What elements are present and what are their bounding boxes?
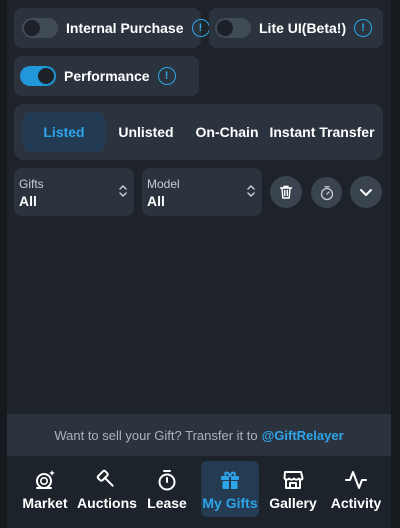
market-icon bbox=[33, 466, 57, 494]
expand-button[interactable] bbox=[350, 176, 382, 208]
nav-market[interactable]: Market bbox=[15, 461, 75, 517]
timer-button[interactable] bbox=[311, 177, 342, 208]
nav-gallery-label: Gallery bbox=[269, 495, 317, 511]
internal-purchase-label: Internal Purchase bbox=[66, 20, 184, 36]
stopwatch-icon bbox=[320, 185, 333, 200]
nav-market-label: Market bbox=[22, 495, 68, 511]
delete-button[interactable] bbox=[270, 176, 302, 208]
performance-label: Performance bbox=[64, 68, 150, 84]
nav-my-gifts-label: My Gifts bbox=[202, 495, 258, 511]
up-down-caret-icon bbox=[118, 183, 128, 204]
activity-icon bbox=[344, 466, 368, 494]
nav-activity-label: Activity bbox=[330, 495, 382, 511]
gift-icon bbox=[218, 466, 242, 494]
internal-purchase-setting: Internal Purchase ! bbox=[14, 8, 210, 48]
tab-listed[interactable]: Listed bbox=[23, 112, 105, 152]
gifts-select[interactable]: Gifts All bbox=[14, 168, 134, 216]
gifts-select-label: Gifts bbox=[19, 177, 44, 191]
nav-lease[interactable]: Lease bbox=[141, 461, 193, 517]
nav-gallery[interactable]: Gallery bbox=[263, 461, 323, 517]
up-down-caret-icon bbox=[246, 183, 256, 204]
performance-toggle[interactable] bbox=[20, 66, 56, 86]
right-edge bbox=[391, 0, 400, 528]
sell-gift-text: Want to sell your Gift? Transfer it to bbox=[54, 427, 258, 443]
toggle-knob bbox=[24, 20, 40, 36]
performance-setting: Performance ! bbox=[14, 56, 199, 96]
info-icon[interactable]: ! bbox=[191, 19, 210, 37]
left-edge bbox=[0, 0, 7, 528]
nav-my-gifts[interactable]: My Gifts bbox=[201, 461, 259, 517]
trash-icon bbox=[279, 185, 293, 199]
nav-lease-label: Lease bbox=[147, 495, 187, 511]
model-select-label: Model bbox=[147, 177, 180, 191]
nav-auctions[interactable]: Auctions bbox=[77, 461, 137, 517]
nav-activity[interactable]: Activity bbox=[325, 461, 387, 517]
listing-tabs: Listed Unlisted On-Chain Instant Transfe… bbox=[14, 104, 383, 160]
store-icon bbox=[281, 466, 305, 494]
chevron-down-icon bbox=[360, 189, 372, 196]
info-icon[interactable]: ! bbox=[157, 67, 176, 85]
lite-ui-toggle[interactable] bbox=[215, 18, 251, 38]
lite-ui-setting: Lite UI(Beta!) ! bbox=[209, 8, 383, 48]
bottom-navigation: Market Auctions Lease My Gifts Gallery A… bbox=[7, 456, 391, 528]
lite-ui-label: Lite UI(Beta!) bbox=[259, 20, 347, 36]
toggle-knob bbox=[217, 20, 233, 36]
stopwatch-icon bbox=[155, 466, 179, 494]
toggle-knob bbox=[38, 68, 54, 84]
internal-purchase-toggle[interactable] bbox=[22, 18, 58, 38]
info-icon[interactable]: ! bbox=[354, 19, 373, 37]
gift-relayer-link[interactable]: @GiftRelayer bbox=[262, 428, 344, 443]
gavel-icon bbox=[95, 466, 119, 494]
model-select[interactable]: Model All bbox=[142, 168, 262, 216]
sell-gift-banner: Want to sell your Gift? Transfer it to @… bbox=[7, 414, 391, 456]
tab-on-chain[interactable]: On-Chain bbox=[189, 112, 265, 152]
gifts-select-value: All bbox=[19, 193, 37, 209]
nav-auctions-label: Auctions bbox=[77, 495, 137, 511]
model-select-value: All bbox=[147, 193, 165, 209]
tab-unlisted[interactable]: Unlisted bbox=[109, 112, 183, 152]
tab-instant-transfer[interactable]: Instant Transfer bbox=[269, 112, 375, 152]
